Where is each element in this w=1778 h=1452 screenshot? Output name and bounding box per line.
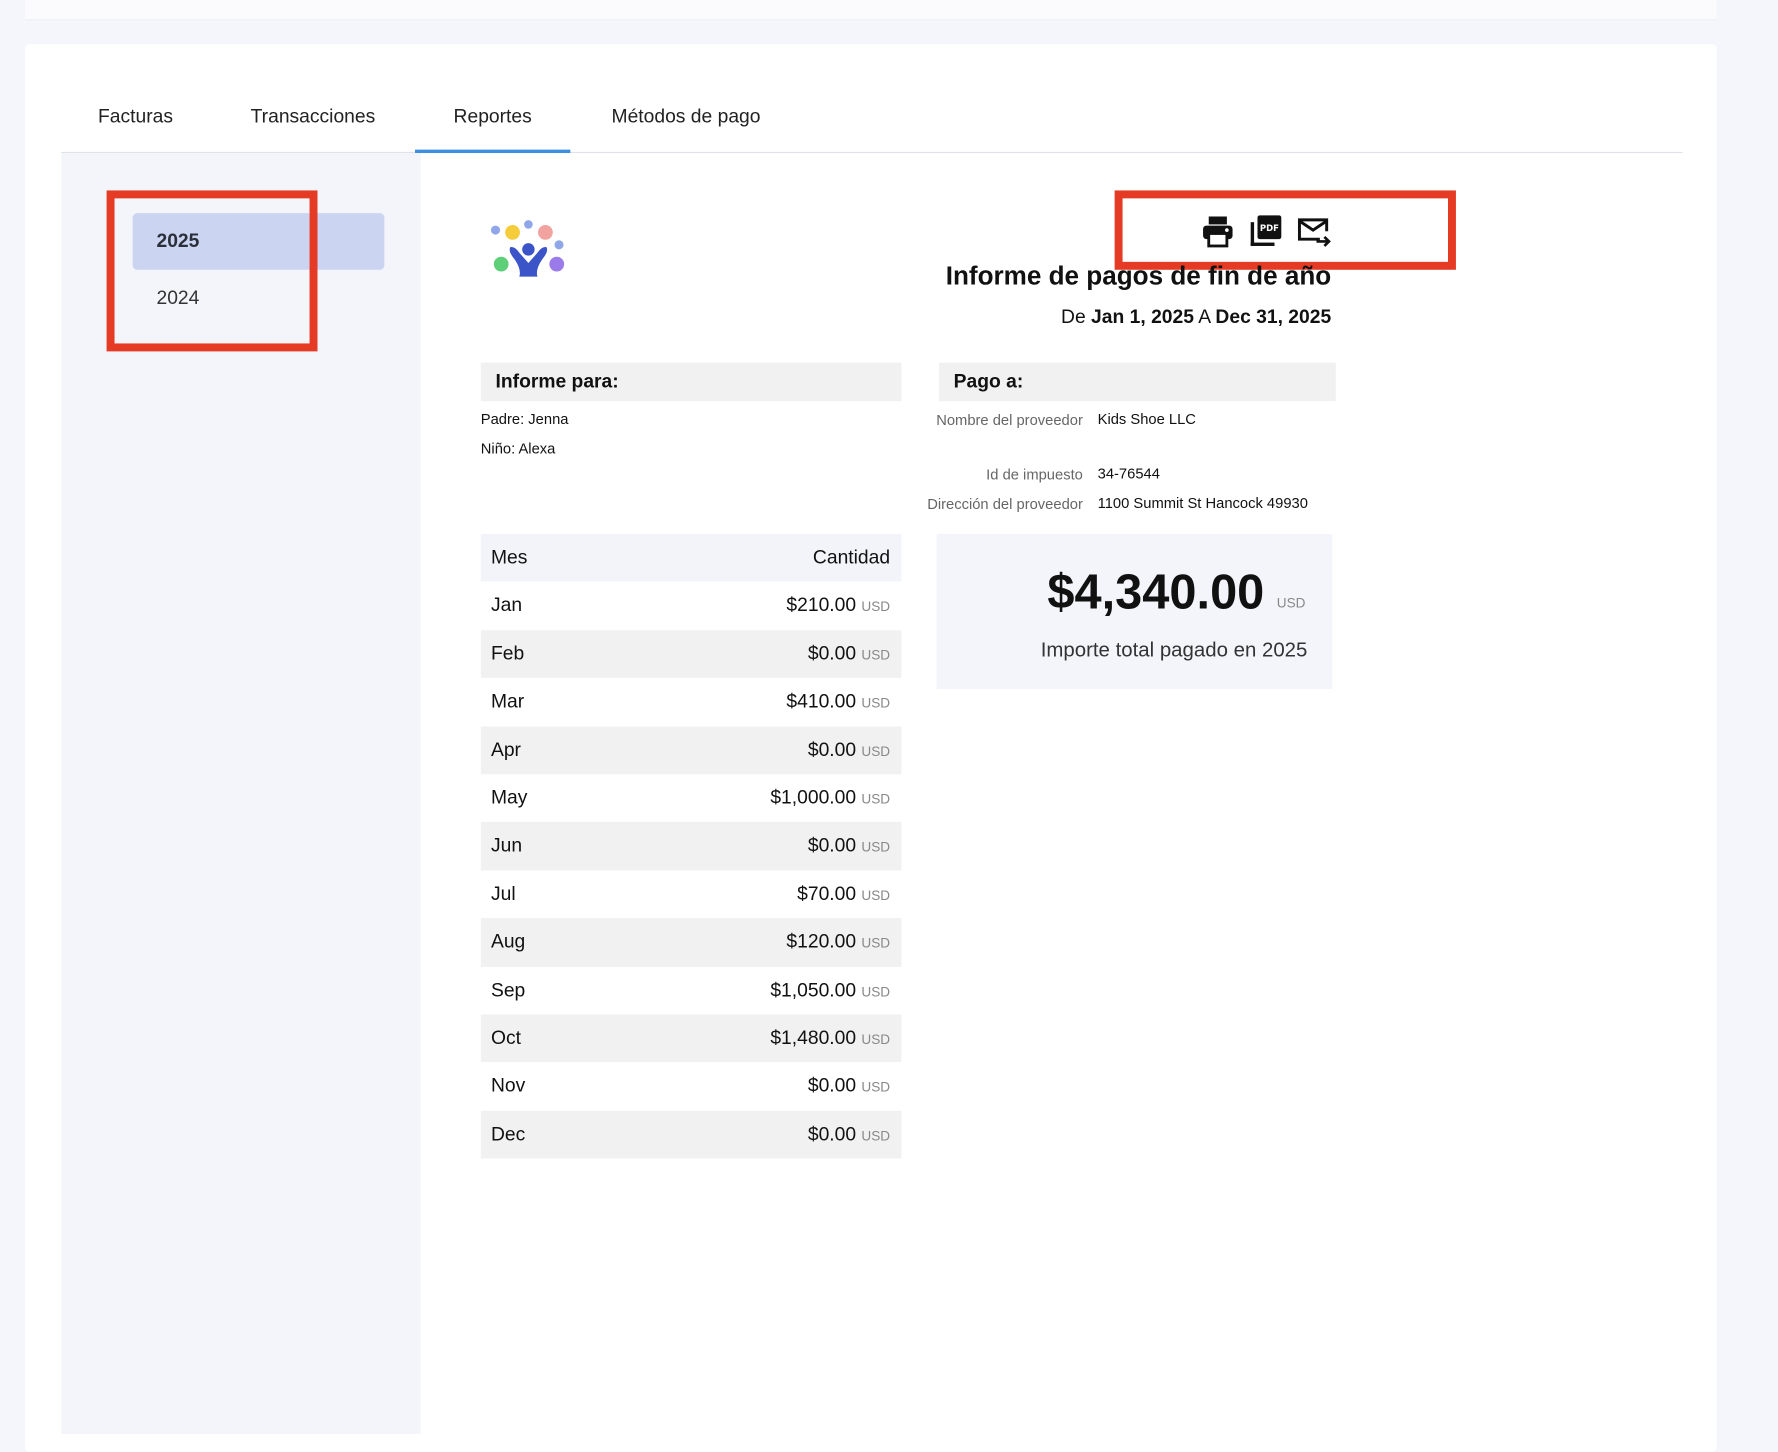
table-row: Feb $0.00 USD	[480, 629, 902, 679]
month-cell: Mar	[490, 690, 525, 713]
table-row: Jun $0.00 USD	[480, 822, 902, 871]
currency-cell: USD	[861, 646, 891, 663]
month-cell: Oct	[490, 1026, 521, 1049]
amount-cell: $0.00	[807, 1122, 857, 1145]
currency-cell: USD	[861, 887, 891, 904]
total-amount: $4,340.00	[1047, 565, 1265, 621]
monthly-payments-table: Mes Cantidad Jan $210.00 USD Feb $0.00 USD M…	[480, 533, 902, 1159]
currency-cell: USD	[861, 1079, 891, 1096]
top-strip	[24, 0, 1717, 21]
tax-id: 34-76544	[1097, 464, 1160, 482]
table-header: Mes Cantidad	[480, 533, 902, 582]
table-row: Jan $210.00 USD	[481, 582, 902, 630]
amount-cell: $70.00	[797, 882, 857, 905]
tab-facturas[interactable]: Facturas	[61, 82, 210, 153]
amount-cell: $210.00	[786, 594, 857, 616]
tax-id-label: Id de impuesto	[986, 465, 1083, 483]
provider-address: 1100 Summit St Hancock 49930	[1097, 494, 1308, 512]
table-row: Aug $120.00 USD	[480, 918, 902, 967]
report-date-range: De Jan 1, 2025 A Dec 31, 2025	[1061, 306, 1332, 328]
table-row: Nov $0.00 USD	[481, 1062, 902, 1110]
year-highlight-box	[106, 190, 318, 352]
month-cell: Nov	[490, 1074, 526, 1097]
amount-cell: $410.00	[786, 690, 857, 713]
table-row: Oct $1,480.00 USD	[480, 1014, 902, 1063]
amount-cell: $120.00	[786, 930, 857, 953]
report-for-heading: Informe para:	[480, 362, 902, 402]
currency-cell: USD	[861, 695, 891, 711]
currency-cell: USD	[861, 743, 891, 759]
brand-logo	[488, 218, 570, 284]
provider-name-label: Nombre del proveedor	[936, 411, 1083, 429]
month-column-header: Mes	[490, 546, 528, 568]
tab-reportes[interactable]: Reportes	[415, 82, 571, 154]
month-cell: Aug	[490, 930, 526, 953]
month-cell: Jan	[490, 594, 523, 616]
currency-cell: USD	[861, 935, 891, 952]
total-currency: USD	[1276, 595, 1306, 611]
month-cell: Apr	[490, 738, 521, 761]
month-cell: Sep	[490, 978, 526, 1001]
currency-cell: USD	[861, 839, 891, 856]
total-label: Importe total pagado en 2025	[1040, 638, 1308, 661]
currency-cell: USD	[861, 1127, 891, 1144]
month-cell: Dec	[490, 1122, 526, 1145]
provider-name: Kids Shoe LLC	[1097, 410, 1196, 428]
amount-column-header: Cantidad	[812, 546, 891, 568]
amount-cell: $1,480.00	[770, 1026, 857, 1049]
currency-cell: USD	[861, 791, 891, 807]
table-row: Dec $0.00 USD	[480, 1110, 902, 1159]
month-cell: Jun	[490, 834, 523, 857]
pay-to-heading: Pago a:	[938, 362, 1336, 402]
report-title: Informe de pagos de fin de año	[945, 260, 1332, 291]
month-cell: Feb	[490, 642, 525, 664]
provider-address-label: Dirección del proveedor	[927, 495, 1083, 513]
amount-cell: $0.00	[807, 1074, 857, 1097]
table-row: Apr $0.00 USD	[480, 726, 902, 775]
amount-cell: $1,050.00	[770, 978, 857, 1001]
amount-cell: $1,000.00	[770, 786, 857, 809]
table-row: Mar $410.00 USD	[481, 678, 902, 726]
child-name: Niño: Alexa	[480, 439, 556, 457]
actions-highlight-box	[1114, 190, 1456, 270]
amount-cell: $0.00	[807, 834, 857, 857]
parent-name: Padre: Jenna	[480, 410, 569, 428]
total-summary-box: $4,340.00 USD Importe total pagado en 20…	[936, 533, 1333, 690]
table-row: Sep $1,050.00 USD	[481, 966, 902, 1014]
tab-transacciones[interactable]: Transacciones	[225, 82, 402, 153]
table-row: May $1,000.00 USD	[481, 774, 902, 822]
tab-metodos-de-pago[interactable]: Métodos de pago	[590, 82, 783, 153]
tab-bar: Facturas Transacciones Reportes Métodos …	[61, 82, 1683, 154]
table-row: Jul $70.00 USD	[481, 870, 902, 918]
currency-cell: USD	[861, 1031, 891, 1048]
month-cell: May	[490, 786, 528, 809]
currency-cell: USD	[861, 983, 891, 1000]
amount-cell: $0.00	[807, 642, 857, 664]
currency-cell: USD	[861, 598, 891, 615]
amount-cell: $0.00	[807, 738, 857, 761]
month-cell: Jul	[490, 882, 516, 905]
